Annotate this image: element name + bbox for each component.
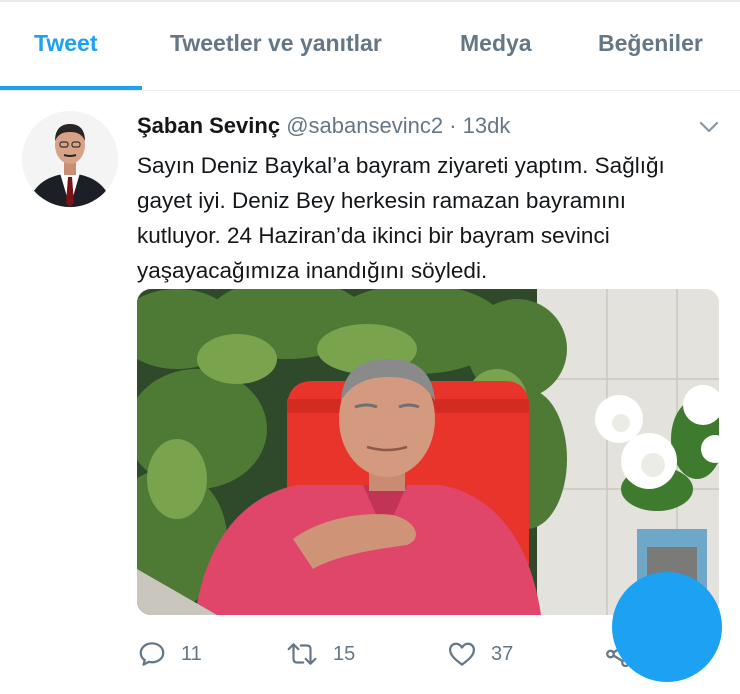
tweet-text-line: Sayın Deniz Baykal’a bayram ziyareti yap…	[137, 153, 665, 178]
reply-button[interactable]: 11	[137, 639, 202, 669]
reply-icon	[139, 642, 165, 666]
top-divider	[0, 0, 740, 2]
retweet-count: 15	[333, 642, 356, 665]
tweet-text-line: gayet iyi. Deniz Bey herkesin ramazan ba…	[137, 188, 626, 213]
tab-likes[interactable]: Beğeniler	[598, 30, 703, 57]
retweet-button[interactable]: 15	[285, 639, 355, 669]
avatar[interactable]	[22, 111, 118, 207]
chevron-down-icon[interactable]	[698, 119, 720, 135]
active-tab-indicator	[0, 86, 142, 90]
tab-tweets-and-replies[interactable]: Tweetler ve yanıtlar	[170, 30, 382, 57]
like-icon	[449, 642, 475, 666]
author-handle[interactable]: @sabansevinc2	[286, 113, 443, 138]
tab-tweet[interactable]: Tweet	[34, 30, 97, 57]
separator-dot: ·	[449, 113, 457, 138]
tweet-text-line: kutluyor. 24 Haziran’da ikinci bir bayra…	[137, 223, 610, 248]
like-count: 37	[491, 642, 514, 665]
tweet-photo[interactable]	[137, 289, 719, 615]
tab-media[interactable]: Medya	[460, 30, 532, 57]
tweet-text-line: yaşayacağımıza inandığını söyledi.	[137, 258, 488, 283]
tweet-time[interactable]: 13dk	[463, 113, 511, 138]
tweet-text: Sayın Deniz Baykal’a bayram ziyareti yap…	[137, 148, 727, 288]
reply-count: 11	[181, 642, 202, 665]
profile-tabs: Tweet Tweetler ve yanıtlar Medya Beğenil…	[0, 4, 740, 91]
retweet-icon	[287, 643, 317, 665]
tweet-header: Şaban Sevinç @sabansevinc2 · 13dk	[137, 113, 510, 139]
compose-tweet-button[interactable]	[612, 572, 722, 682]
author-name[interactable]: Şaban Sevinç	[137, 113, 280, 138]
like-button[interactable]: 37	[447, 639, 513, 669]
